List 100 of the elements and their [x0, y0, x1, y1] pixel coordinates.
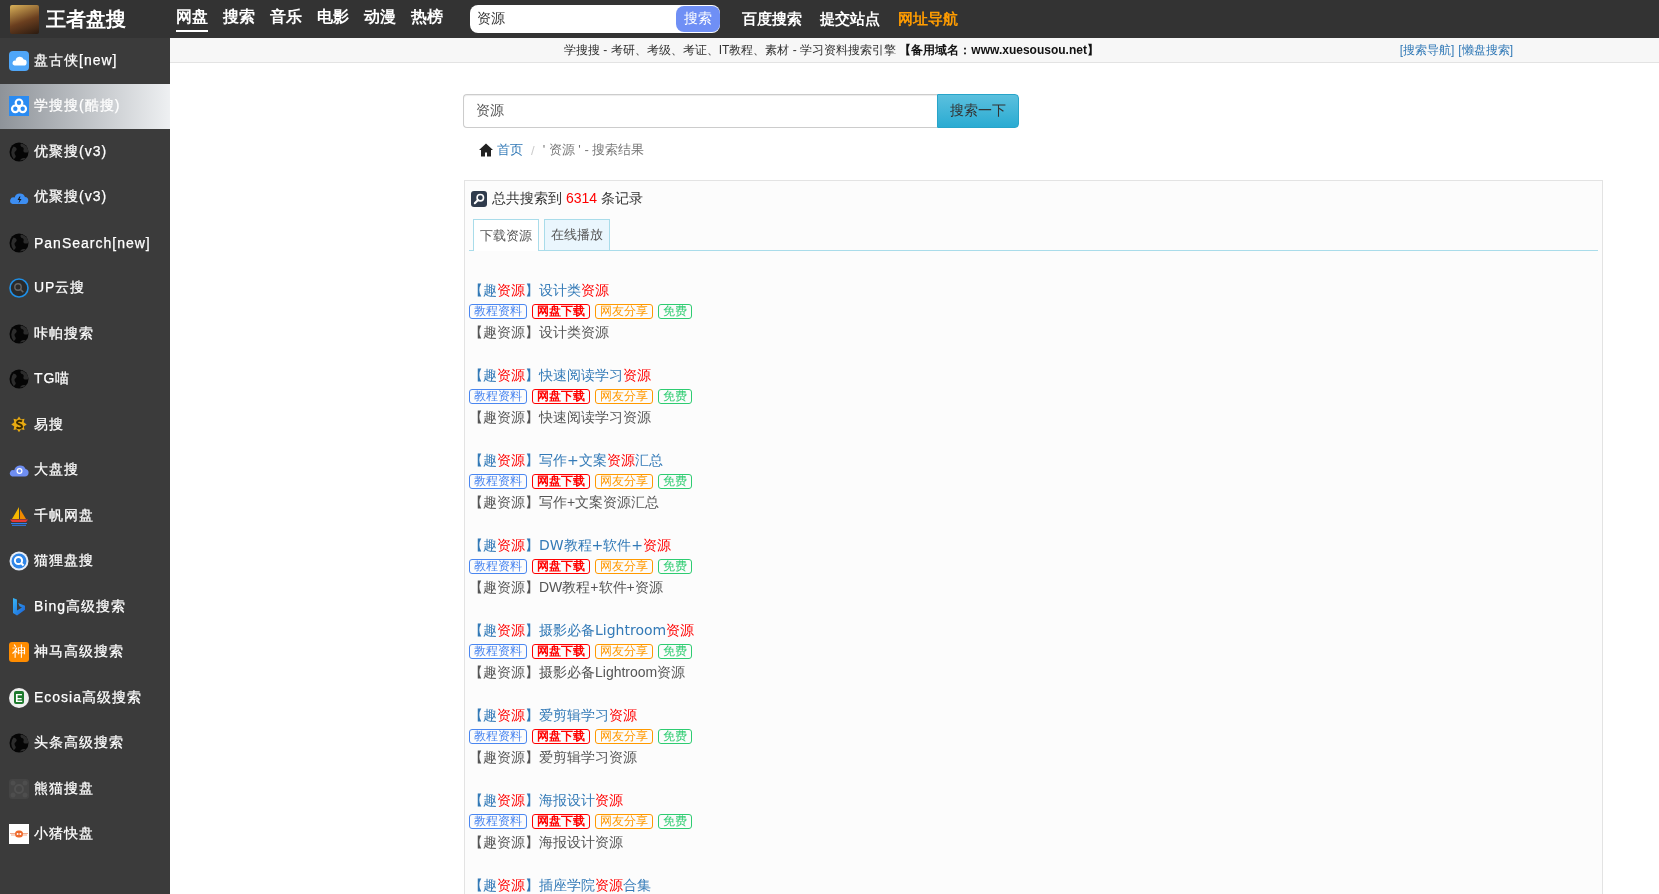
- result-description: 【趣资源】摄影必备Lightroom资源: [469, 663, 686, 682]
- sidebar-item[interactable]: Bing高级搜索: [0, 584, 170, 630]
- ribbon-icon: [12, 596, 26, 617]
- globe-icon: [9, 141, 29, 162]
- category-tag: 教程资料: [469, 729, 527, 744]
- category-tag: 教程资料: [469, 644, 527, 659]
- header-link[interactable]: 网址导航: [898, 9, 958, 29]
- category-tag: 网友分享: [595, 474, 653, 489]
- result-title-link[interactable]: 【趣资源】设计类资源: [469, 282, 609, 298]
- sidebar-item[interactable]: 千帆网盘: [0, 493, 170, 539]
- magnifier-circle-icon: [9, 551, 29, 572]
- category-tag: 免费: [658, 814, 692, 829]
- result-description: 【趣资源】设计类资源: [469, 323, 609, 342]
- category-tag: 免费: [658, 729, 692, 744]
- globe-icon: [9, 232, 29, 253]
- category-tag: 网友分享: [595, 304, 653, 319]
- header-link[interactable]: 提交站点: [820, 9, 880, 29]
- sidebar-item[interactable]: PanSearch[new]: [0, 220, 170, 266]
- sidebar-item[interactable]: 猫狸盘搜: [0, 538, 170, 584]
- sailboat-icon: [9, 505, 29, 526]
- result-description: 【趣资源】海报设计资源: [469, 833, 623, 852]
- category-tag: 网盘下载: [532, 559, 590, 574]
- sidebar-item[interactable]: UP云搜: [0, 265, 170, 311]
- nav-tab[interactable]: 热榜: [411, 0, 443, 32]
- sidebar-item[interactable]: 熊猫搜盘: [0, 766, 170, 812]
- result-title-link[interactable]: 【趣资源】写作+文案资源汇总: [469, 452, 663, 468]
- result-title-link[interactable]: 【趣资源】海报设计资源: [469, 792, 623, 808]
- result-title-link[interactable]: 【趣资源】爱剪辑学习 资源: [469, 707, 637, 723]
- home-icon: [479, 143, 493, 157]
- sidebar-item[interactable]: 盘古侠[new]: [0, 38, 170, 84]
- rings-icon: [9, 96, 29, 117]
- sidebar-item[interactable]: 头条高级搜索: [0, 720, 170, 766]
- search-icon: [471, 191, 487, 207]
- result-description: 【趣资源】快速阅读学习资源: [469, 408, 651, 427]
- category-tag: 免费: [658, 389, 692, 404]
- category-tag: 免费: [658, 559, 692, 574]
- nav-tab[interactable]: 动漫: [364, 0, 396, 32]
- category-tag: 网盘下载: [532, 814, 590, 829]
- result-description: 【趣资源】爱剪辑学习资源: [469, 748, 637, 767]
- header-link[interactable]: [搜索导航]: [1399, 41, 1455, 59]
- sidebar-item[interactable]: 大盘搜: [0, 447, 170, 493]
- category-tag: 教程资料: [469, 389, 527, 404]
- category-tag: 网友分享: [595, 389, 653, 404]
- globe-icon: [9, 369, 29, 390]
- category-tag: 免费: [658, 644, 692, 659]
- category-tag: 网盘下载: [532, 644, 590, 659]
- sidebar-item[interactable]: 神 神马高级搜索: [0, 629, 170, 675]
- category-tag: 教程资料: [469, 559, 527, 574]
- nav-tab[interactable]: 电影: [317, 0, 349, 32]
- sidebar-item[interactable]: 小猪快盘: [0, 811, 170, 857]
- search-button[interactable]: 搜索一下: [937, 94, 1019, 128]
- category-tag: 教程资料: [469, 474, 527, 489]
- letter-circle-icon: E: [9, 687, 29, 708]
- sidebar-item[interactable]: TG喵: [0, 356, 170, 402]
- header-link[interactable]: [懒盘搜索]: [1458, 41, 1513, 59]
- cloud-tile-icon: [9, 50, 29, 71]
- tab[interactable]: 在线播放: [544, 219, 610, 250]
- result-description: 【趣资源】DW教程+软件+资源: [469, 578, 663, 597]
- globe-icon: [9, 733, 29, 754]
- sidebar-item[interactable]: 优聚搜(v3): [0, 129, 170, 175]
- header-link[interactable]: 百度搜索: [742, 9, 802, 29]
- result-count-text: 总共搜索到 6314 条记录: [492, 190, 643, 208]
- category-tag: 网友分享: [595, 559, 653, 574]
- character-tile-icon: 神: [9, 642, 29, 663]
- breadcrumb-separator: /: [531, 142, 535, 158]
- result-description: 【趣资源】写作+文案资源汇总: [469, 493, 660, 512]
- category-tag: 免费: [658, 304, 692, 319]
- globe-icon: [9, 323, 29, 344]
- site-logo-text: 王者盘搜: [46, 6, 126, 32]
- result-title-link[interactable]: 【趣资源】摄影必备Lightroom资源: [469, 622, 695, 638]
- category-tag: 网盘下载: [532, 389, 590, 404]
- result-title-link[interactable]: 【趣资源】快速阅读学习 资源: [469, 367, 651, 383]
- breadcrumb-current: ' 资源 ' - 搜索结果: [542, 141, 645, 159]
- category-tag: 网友分享: [595, 814, 653, 829]
- site-tagline: 学搜搜 - 考研、考级、考证、IT教程、素材 - 学习资料搜索引擎 【备用域名：www.xuesousou.net】: [564, 41, 1099, 59]
- cloud-magnifier-icon: [9, 463, 29, 477]
- category-tag: 免费: [658, 474, 692, 489]
- category-tag: 教程资料: [469, 814, 527, 829]
- swirl-icon: [9, 414, 29, 435]
- category-tag: 教程资料: [469, 304, 527, 319]
- result-title-link[interactable]: 【趣资源】插座学院资源合集: [469, 877, 651, 893]
- category-tag: 网盘下载: [532, 729, 590, 744]
- category-tag: 网盘下载: [532, 474, 590, 489]
- nav-tab[interactable]: 音乐: [270, 0, 302, 32]
- logo-image-placeholder: [10, 4, 39, 34]
- result-title-link[interactable]: 【趣资源】DW教程+软件+资源: [469, 537, 672, 553]
- category-tag: 网友分享: [595, 729, 653, 744]
- sidebar-item[interactable]: 易搜: [0, 402, 170, 448]
- sidebar-item[interactable]: 优聚搜(v3): [0, 174, 170, 220]
- sidebar-item[interactable]: 咔帕搜索: [0, 311, 170, 357]
- magnifier-ring-icon: [9, 278, 29, 299]
- home-link[interactable]: 首页: [497, 141, 523, 159]
- sidebar-item[interactable]: E Ecosia高级搜索: [0, 675, 170, 721]
- nav-tab[interactable]: 网盘: [176, 0, 208, 32]
- pig-snout-icon: [9, 824, 29, 845]
- category-tag: 网友分享: [595, 644, 653, 659]
- tab[interactable]: 下载资源: [473, 219, 539, 251]
- category-tag: 网盘下载: [532, 304, 590, 319]
- nav-tab[interactable]: 搜索: [223, 0, 255, 32]
- search-field[interactable]: 资源: [463, 94, 937, 128]
